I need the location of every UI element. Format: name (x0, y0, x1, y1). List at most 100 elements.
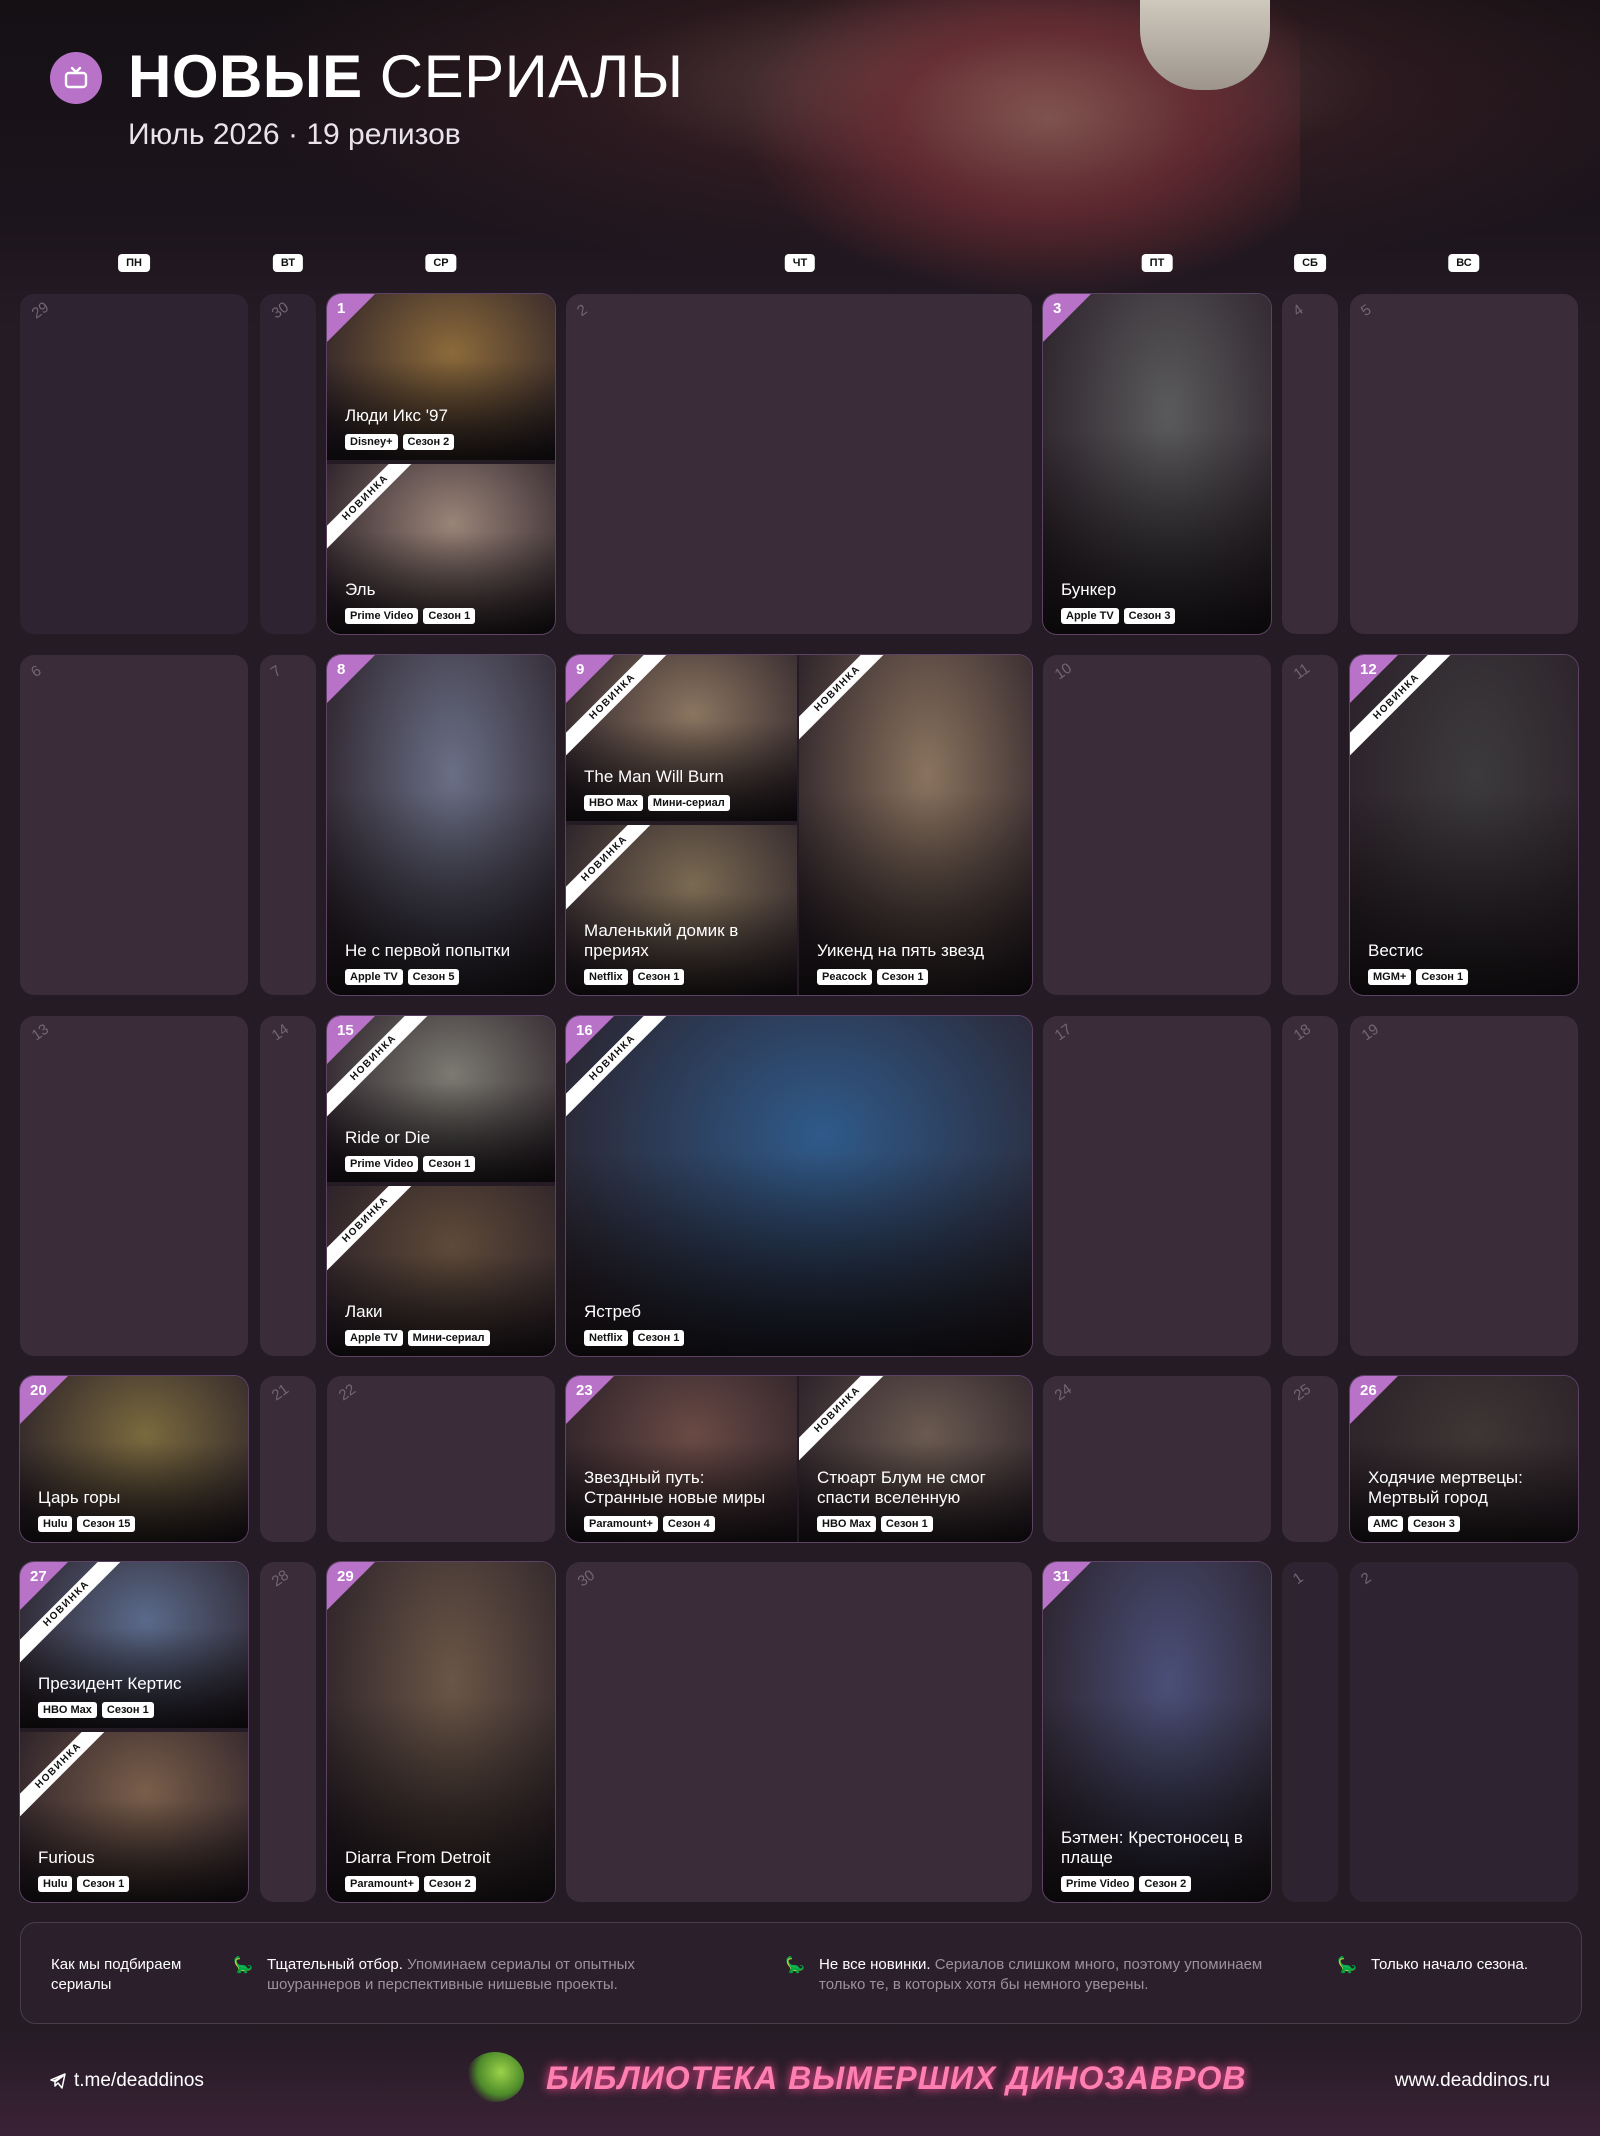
platform-tag: Peacock (817, 969, 872, 985)
show-tags: Netflix Сезон 1 (584, 969, 685, 985)
show-card[interactable]: НОВИНКА Лаки Apple TV Мини-сериал (327, 1186, 555, 1356)
calendar-day-shows: 31 Бэтмен: Крестоносец в плаще Prime Video… (1043, 1562, 1271, 1902)
show-card[interactable]: 16 НОВИНКА Ястреб Netflix Сезон 1 (566, 1016, 1032, 1356)
show-card[interactable]: НОВИНКА Уикенд на пять звезд Peacock Сезон … (799, 655, 1032, 995)
website-link[interactable]: www.deaddinos.ru (1395, 2070, 1550, 2092)
day-number: 9 (576, 661, 585, 678)
day-number: 1 (337, 300, 346, 317)
calendar-day-empty: 2 (566, 294, 1032, 634)
show-title: The Man Will Burn (584, 767, 724, 786)
show-card[interactable]: 9 НОВИНКА The Man Will Burn HBO Max Мини-сер… (566, 655, 797, 821)
show-title: Лаки (345, 1302, 383, 1321)
show-card[interactable]: 27 НОВИНКА Президент Кертис HBO Max Сезон 1 (20, 1562, 248, 1728)
day-number: 2 (1357, 1569, 1375, 1588)
weekday-label: ВТ (272, 254, 304, 272)
day-number: 27 (30, 1568, 47, 1585)
calendar-day-shows: 27 НОВИНКА Президент Кертис HBO Max Сезон 1Н… (20, 1562, 248, 1902)
day-number: 25 (1290, 1380, 1315, 1405)
show-tags: HBO Max Сезон 1 (817, 1516, 933, 1532)
show-card[interactable]: 12 НОВИНКА Вестис MGM+ Сезон 1 (1350, 655, 1578, 995)
day-number: 2 (573, 301, 591, 320)
show-card[interactable]: 1 Люди Икс '97 Disney+ Сезон 2 (327, 294, 555, 460)
calendar-day-empty: 18 (1282, 1016, 1338, 1356)
day-number: 1 (1289, 1569, 1307, 1588)
day-number: 26 (1360, 1382, 1377, 1399)
season-tag: Сезон 1 (1416, 969, 1469, 985)
calendar-day-shows: 29 Diarra From Detroit Paramount+ Сезон 2 (327, 1562, 555, 1902)
calendar-day-empty: 21 (260, 1376, 316, 1542)
platform-tag: Hulu (38, 1876, 73, 1892)
platform-tag: Prime Video (1061, 1876, 1135, 1892)
show-card[interactable]: 8 Не с первой попытки Apple TV Сезон 5 (327, 655, 555, 995)
season-tag: Сезон 1 (77, 1876, 130, 1892)
show-card[interactable]: 23 Звездный путь: Странные новые миры Para… (566, 1376, 797, 1542)
season-tag: Сезон 5 (407, 969, 460, 985)
season-tag: Мини-сериал (407, 1330, 490, 1346)
show-tags: AMC Сезон 3 (1368, 1516, 1460, 1532)
weekday-label: СР (425, 254, 457, 272)
season-tag: Сезон 1 (101, 1702, 154, 1718)
show-card[interactable]: 15 НОВИНКА Ride or Die Prime Video Сезон 1 (327, 1016, 555, 1182)
show-card[interactable]: 3 Бункер Apple TV Сезон 3 (1043, 294, 1271, 634)
season-tag: Сезон 1 (632, 969, 685, 985)
day-number: 28 (268, 1566, 293, 1591)
weekday-label: СБ (1294, 254, 1326, 272)
dino-icon: 🦕 (785, 1957, 805, 1974)
platform-tag: HBO Max (817, 1516, 876, 1532)
brand-logo (466, 2052, 524, 2102)
day-number: 3 (1053, 300, 1062, 317)
telegram-link[interactable]: t.me/deaddinos (50, 2070, 204, 2092)
show-tags: HBO Max Сезон 1 (38, 1702, 154, 1718)
show-card[interactable]: 29 Diarra From Detroit Paramount+ Сезон 2 (327, 1562, 555, 1902)
day-number: 16 (576, 1022, 593, 1039)
calendar-day-shows: 1 Люди Икс '97 Disney+ Сезон 2 НОВИНКА Эль Pri… (327, 294, 555, 634)
calendar-day-shows: 26 Ходячие мертвецы: Мертвый город AMC Сезо… (1350, 1376, 1578, 1542)
season-tag: Сезон 3 (1123, 608, 1176, 624)
day-number: 31 (1053, 1568, 1070, 1585)
show-tags: Apple TV Мини-сериал (345, 1330, 490, 1346)
platform-tag: Apple TV (345, 1330, 403, 1346)
show-tags: MGM+ Сезон 1 (1368, 969, 1469, 985)
season-tag: Сезон 1 (423, 608, 476, 624)
season-tag: Сезон 1 (632, 1330, 685, 1346)
day-number: 22 (335, 1380, 360, 1405)
season-tag: Сезон 1 (423, 1156, 476, 1172)
page-subtitle: Июль 2026 · 19 релизов (128, 118, 461, 151)
calendar-day-empty: 11 (1282, 655, 1338, 995)
platform-tag: HBO Max (38, 1702, 97, 1718)
show-card[interactable]: НОВИНКА Эль Prime Video Сезон 1 (327, 464, 555, 634)
season-tag: Сезон 1 (880, 1516, 933, 1532)
calendar-day-shows: 20 Царь горы Hulu Сезон 15 (20, 1376, 248, 1542)
show-title: Звездный путь: Странные новые миры (584, 1468, 766, 1507)
show-tags: HBO Max Мини-сериал (584, 795, 730, 811)
day-number: 29 (337, 1568, 354, 1585)
day-number: 19 (1358, 1020, 1383, 1045)
season-tag: Сезон 2 (423, 1876, 476, 1892)
show-tags: Hulu Сезон 15 (38, 1516, 136, 1532)
show-tags: Apple TV Сезон 3 (1061, 608, 1176, 624)
calendar-day-empty: 29 (20, 294, 248, 634)
show-card[interactable]: НОВИНКА Furious Hulu Сезон 1 (20, 1732, 248, 1902)
show-card[interactable]: НОВИНКА Маленький домик в прериях Netflix С… (566, 825, 797, 995)
page-title: НОВЫЕ СЕРИАЛЫ (128, 43, 684, 110)
calendar-day-empty: 25 (1282, 1376, 1338, 1542)
day-number: 12 (1360, 661, 1377, 678)
telegram-icon (50, 2073, 66, 2089)
show-title: Ходячие мертвецы: Мертвый город (1368, 1468, 1523, 1507)
show-title: Царь горы (38, 1488, 121, 1507)
season-tag: Мини-сериал (647, 795, 730, 811)
day-number: 29 (28, 298, 53, 323)
platform-tag: Prime Video (345, 1156, 419, 1172)
show-card[interactable]: 26 Ходячие мертвецы: Мертвый город AMC Сезо… (1350, 1376, 1578, 1542)
day-number: 15 (337, 1022, 354, 1039)
show-tags: Paramount+ Сезон 2 (345, 1876, 476, 1892)
platform-tag: Netflix (584, 969, 628, 985)
show-tags: Prime Video Сезон 2 (1061, 1876, 1192, 1892)
weekday-label: ПН (118, 254, 150, 272)
show-card[interactable]: НОВИНКА Стюарт Блум не смог спасти вселен… (799, 1376, 1032, 1542)
show-card[interactable]: 31 Бэтмен: Крестоносец в плаще Prime Video… (1043, 1562, 1271, 1902)
platform-tag: MGM+ (1368, 969, 1412, 985)
show-card[interactable]: 20 Царь горы Hulu Сезон 15 (20, 1376, 248, 1542)
info-item-not-all: Не все новинки. Сериалов слишком много, … (819, 1956, 1263, 1993)
calendar-day-shows: 23 Звездный путь: Странные новые миры Para… (566, 1376, 1032, 1542)
